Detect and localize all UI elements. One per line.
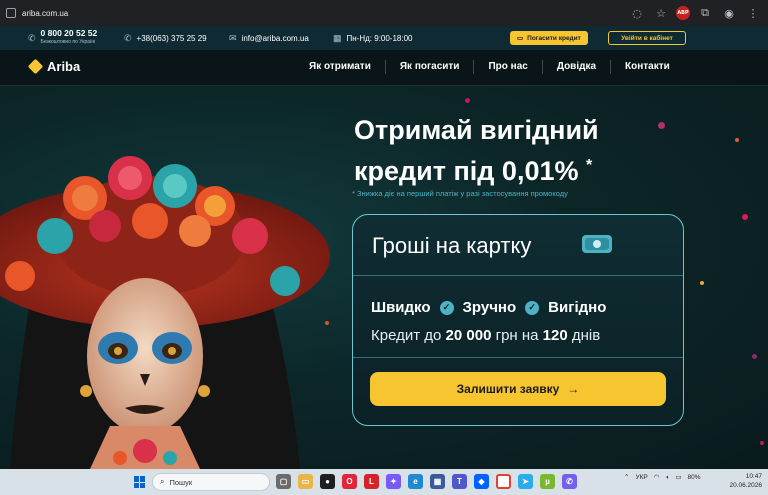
chrome-icon[interactable] <box>496 474 511 489</box>
eye-off-icon[interactable]: ◌ <box>628 4 646 22</box>
free-phone-note: Безкоштовно по Україні <box>40 39 96 45</box>
l-app-icon[interactable]: L <box>364 474 379 489</box>
pay-loan-button[interactable]: ▭ Погасити кредит <box>510 31 588 45</box>
working-hours: ▦ Пн-Нд: 9:00-18:00 <box>333 33 413 44</box>
extensions-icon[interactable]: ⧉ <box>696 4 714 22</box>
battery-level: 80% <box>687 473 701 481</box>
chevron-up-icon[interactable]: ⌃ <box>624 473 629 481</box>
hero-title-star: * <box>586 157 593 174</box>
address-bar[interactable]: ariba.com.ua <box>0 3 690 23</box>
battery-icon[interactable]: ▭ <box>675 473 681 481</box>
check-icon: ✓ <box>525 300 540 315</box>
loan-offer-card: Гроші на картку Швидко ✓ Зручно ✓ Вигідн… <box>352 214 684 426</box>
nav-help[interactable]: Довідка <box>541 60 610 74</box>
credit-terms: Кредит до 20 000 грн на 120 днів <box>371 327 600 344</box>
bookmark-star-icon[interactable]: ☆ <box>652 4 670 22</box>
phone-icon: ✆ <box>28 32 36 43</box>
phone-icon: ✆ <box>124 33 132 43</box>
system-tray: ⌃ УКР ◠ ◖ ▭ 80% <box>624 473 701 482</box>
credit-suffix: днів <box>571 327 601 344</box>
mobile-phone-number[interactable]: +38(063) 375 25 29 <box>137 34 207 43</box>
hero-section: Отримай вигідний кредит під 0,01% * * Зн… <box>0 86 768 469</box>
confetti-dot <box>700 281 704 285</box>
pay-loan-label: Погасити кредит <box>527 34 581 42</box>
free-phone-number[interactable]: 0 800 20 52 52 <box>41 29 98 38</box>
credit-days: 120 <box>542 327 568 344</box>
logo[interactable]: Ariba <box>27 58 81 75</box>
store-icon[interactable]: ▦ <box>430 474 445 489</box>
nav-contacts[interactable]: Контакти <box>610 60 684 74</box>
logo-mark-icon <box>27 58 44 75</box>
contact-bar: ✆ 0 800 20 52 52 Безкоштовно по Україні … <box>0 26 768 50</box>
promo-note: * Знижка діє на перший платіж у разі зас… <box>352 189 568 198</box>
nav-how-to-get[interactable]: Як отримати <box>295 60 385 74</box>
edge-icon[interactable]: e <box>408 474 423 489</box>
file-explorer-icon[interactable]: ▭ <box>298 474 313 489</box>
free-phone[interactable]: ✆ 0 800 20 52 52 Безкоштовно по Україні <box>28 29 97 47</box>
card-title: Гроші на картку <box>372 233 532 258</box>
arrow-right-icon: → <box>567 382 580 396</box>
taskbar-search[interactable]: ⌕ Пошук <box>152 473 270 491</box>
clock[interactable]: 10:47 20.06.2026 <box>729 472 762 490</box>
hero-title: Отримай вигідний кредит під 0,01% * <box>354 112 674 189</box>
hero-portrait-illustration <box>0 156 330 469</box>
email[interactable]: ✉ info@ariba.com.ua <box>229 33 309 44</box>
confetti-dot <box>465 98 470 103</box>
confetti-dot <box>752 354 757 359</box>
clock-date: 20.06.2026 <box>729 482 762 489</box>
taskview-app-icon[interactable]: ▢ <box>276 474 291 489</box>
site-info-icon[interactable] <box>6 8 16 18</box>
windows-taskbar: ⌕ Пошук ▢ ▭ ● O L ✦ e ▦ T ◆ ➤ µ ✆ ⌃ УКР … <box>0 469 768 495</box>
viber-icon[interactable]: ✆ <box>562 474 577 489</box>
app-circle-icon[interactable]: ● <box>320 474 335 489</box>
credit-prefix: Кредит до <box>371 327 442 344</box>
feature-profitable: Вигідно <box>548 299 607 316</box>
menu-icon[interactable]: ⋮ <box>744 4 762 22</box>
card-icon: ▭ <box>517 35 524 42</box>
logo-text: Ariba <box>47 59 81 74</box>
apply-button[interactable]: Залишити заявку → <box>370 372 666 406</box>
check-icon: ✓ <box>439 300 454 315</box>
search-icon: ⌕ <box>160 477 165 486</box>
confetti-dot <box>735 138 739 142</box>
hero-title-line2: кредит під 0,01% <box>354 156 579 186</box>
search-placeholder: Пошук <box>169 477 193 487</box>
start-button[interactable] <box>134 476 146 488</box>
card-divider <box>353 357 683 358</box>
dropbox-icon[interactable]: ◆ <box>474 474 489 489</box>
credit-amount: 20 000 <box>445 327 492 344</box>
nav-how-to-repay[interactable]: Як погасити <box>384 60 474 74</box>
feature-fast: Швидко <box>371 299 431 316</box>
url-text[interactable]: ariba.com.ua <box>22 9 68 18</box>
money-icon <box>582 235 612 253</box>
wifi-icon[interactable]: ◠ <box>654 473 660 481</box>
credit-mid: грн на <box>495 327 539 344</box>
card-divider <box>353 275 683 276</box>
features-list: Швидко ✓ Зручно ✓ Вигідно <box>371 299 606 316</box>
profile-icon[interactable]: ◉ <box>720 4 738 22</box>
mobile-phone[interactable]: ✆ +38(063) 375 25 29 <box>124 33 207 44</box>
email-address[interactable]: info@ariba.com.ua <box>242 34 309 43</box>
adblock-extension-icon[interactable]: ABP <box>676 6 690 20</box>
telegram-icon[interactable]: ➤ <box>518 474 533 489</box>
confetti-dot <box>760 441 764 445</box>
calendar-icon: ▦ <box>333 33 342 43</box>
copilot-icon[interactable]: ✦ <box>386 474 401 489</box>
speaker-icon[interactable]: ◖ <box>665 474 669 481</box>
clock-time: 10:47 <box>745 473 762 480</box>
hours-text: Пн-Нд: 9:00-18:00 <box>346 34 413 43</box>
utorrent-icon[interactable]: µ <box>540 474 555 489</box>
feature-convenient: Зручно <box>462 299 517 316</box>
confetti-dot <box>742 214 748 220</box>
login-button[interactable]: Увійти в кабінет <box>608 31 686 45</box>
browser-toolbar: ariba.com.ua ◌ ☆ ABP ⧉ ◉ ⋮ <box>0 0 768 26</box>
teams-icon[interactable]: T <box>452 474 467 489</box>
hero-title-line1: Отримай вигідний <box>354 115 599 145</box>
main-nav: Ariba Як отримати Як погасити Про нас До… <box>0 50 768 86</box>
apply-button-label: Залишити заявку <box>456 382 560 396</box>
language-indicator[interactable]: УКР <box>635 474 647 481</box>
mail-icon: ✉ <box>229 33 237 43</box>
nav-about[interactable]: Про нас <box>473 60 541 74</box>
opera-icon[interactable]: O <box>342 474 357 489</box>
